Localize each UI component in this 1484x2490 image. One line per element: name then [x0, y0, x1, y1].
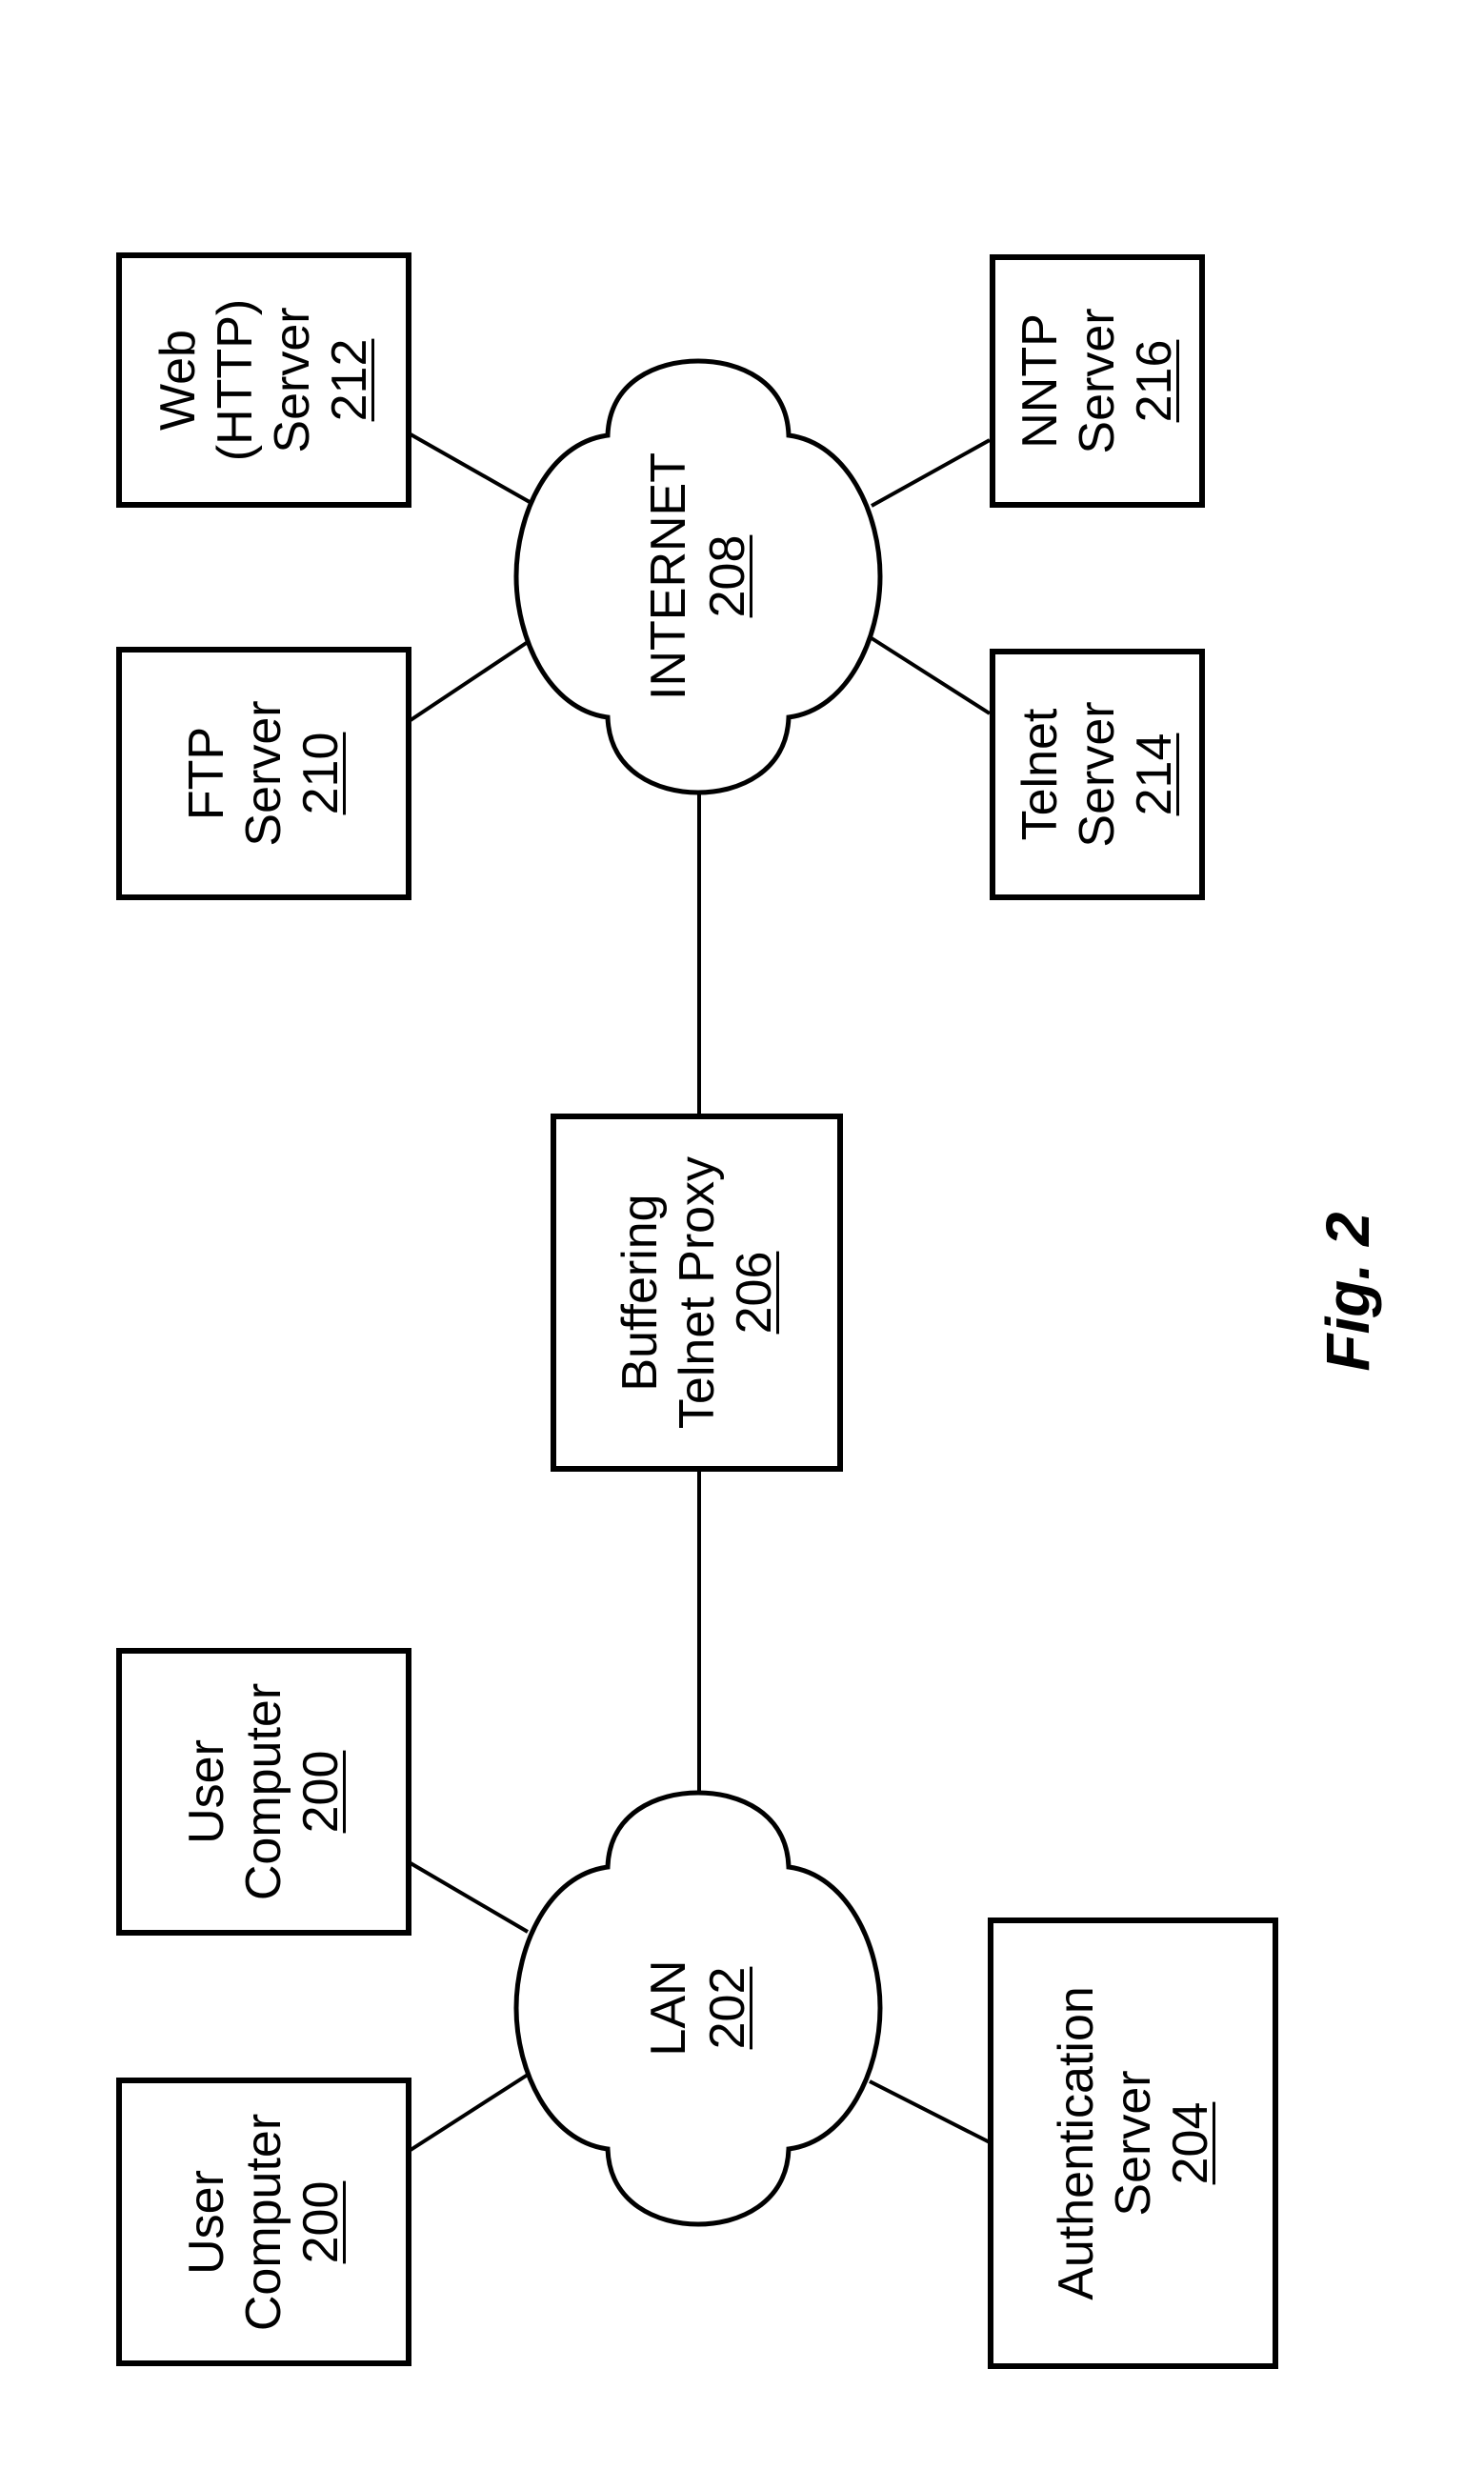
figure-label: Fig. 2: [1314, 1212, 1382, 1372]
authentication-server-node: Authentication Server 204: [988, 1918, 1278, 2369]
ftp-server-node: FTP Server 210: [116, 647, 411, 900]
lan-label-text: LAN: [641, 1959, 696, 2057]
telnet-server-ref-number: 214: [1127, 733, 1182, 816]
authentication-server-label-line-2: Server: [1105, 2070, 1161, 2217]
web-server-label-line-3: Server: [265, 307, 320, 453]
lan-ref-number: 202: [700, 1966, 755, 2050]
connector-userb-lan: [409, 2073, 530, 2152]
user-computer-label-line-2: Computer: [236, 2113, 291, 2331]
ftp-server-label: FTP Server 210: [178, 700, 350, 846]
nntp-server-label-line-1: NNTP: [1013, 313, 1068, 449]
internet-label: INTERNET 208: [639, 452, 757, 700]
ftp-server-label-line-1: FTP: [179, 726, 234, 821]
nntp-server-node: NNTP Server 216: [990, 254, 1205, 508]
telnet-proxy-label-line-2: Telnet Proxy: [669, 1155, 725, 1430]
authentication-server-label-line-1: Authentication: [1048, 1986, 1104, 2300]
web-server-node: Web (HTTP) Server 212: [116, 252, 411, 508]
telnet-server-label-line-1: Telnet: [1013, 708, 1068, 841]
internet-ref-number: 208: [700, 534, 755, 618]
nntp-server-ref-number: 216: [1127, 339, 1182, 423]
web-server-label-line-2: (HTTP): [208, 298, 263, 462]
user-computer-label-line-2: Computer: [236, 1682, 291, 1901]
web-server-label: Web (HTTP) Server 212: [150, 299, 378, 461]
connector-ftp-internet: [409, 640, 530, 722]
connector-auth-lan: [869, 2079, 991, 2144]
connector-web-internet: [410, 432, 531, 504]
nntp-server-label-line-2: Server: [1070, 308, 1125, 454]
authentication-server-label: Authentication Server 204: [1048, 1986, 1219, 2300]
ftp-server-ref-number: 210: [293, 732, 349, 815]
telnet-proxy-label-line-1: Buffering: [612, 1194, 668, 1392]
connector-usera-lan: [409, 1861, 530, 1934]
internet-label-text: INTERNET: [641, 452, 696, 700]
user-computer-label: User Computer 200: [178, 2113, 350, 2330]
telnet-server-node: Telnet Server 214: [990, 649, 1205, 900]
web-server-label-line-1: Web: [150, 330, 206, 431]
authentication-server-ref-number: 204: [1162, 2101, 1218, 2185]
lan-label: LAN 202: [639, 1959, 757, 2056]
user-computer-ref-number: 200: [293, 2180, 349, 2263]
user-computer-label: User Computer 200: [178, 1683, 350, 1900]
connector-nntp-internet: [871, 438, 991, 508]
connector-telnet-internet: [870, 636, 992, 715]
user-computer-ref-number: 200: [293, 1750, 349, 1834]
telnet-proxy-label: Buffering Telnet Proxy 206: [612, 1156, 783, 1429]
telnet-proxy-node: Buffering Telnet Proxy 206: [551, 1114, 843, 1472]
ftp-server-label-line-2: Server: [236, 700, 291, 847]
telnet-server-label: Telnet Server 214: [1012, 701, 1183, 847]
telnet-server-label-line-2: Server: [1070, 701, 1125, 848]
telnet-proxy-ref-number: 206: [726, 1251, 782, 1335]
user-computer-label-line-1: User: [179, 1739, 234, 1844]
web-server-ref-number: 212: [322, 338, 377, 422]
user-computer-node: User Computer 200: [116, 1648, 411, 1936]
user-computer-node: User Computer 200: [116, 2078, 411, 2366]
network-diagram: Web (HTTP) Server 212 FTP Server 210 NNT…: [0, 0, 1484, 2490]
user-computer-label-line-1: User: [179, 2169, 234, 2275]
nntp-server-label: NNTP Server 216: [1012, 308, 1183, 453]
